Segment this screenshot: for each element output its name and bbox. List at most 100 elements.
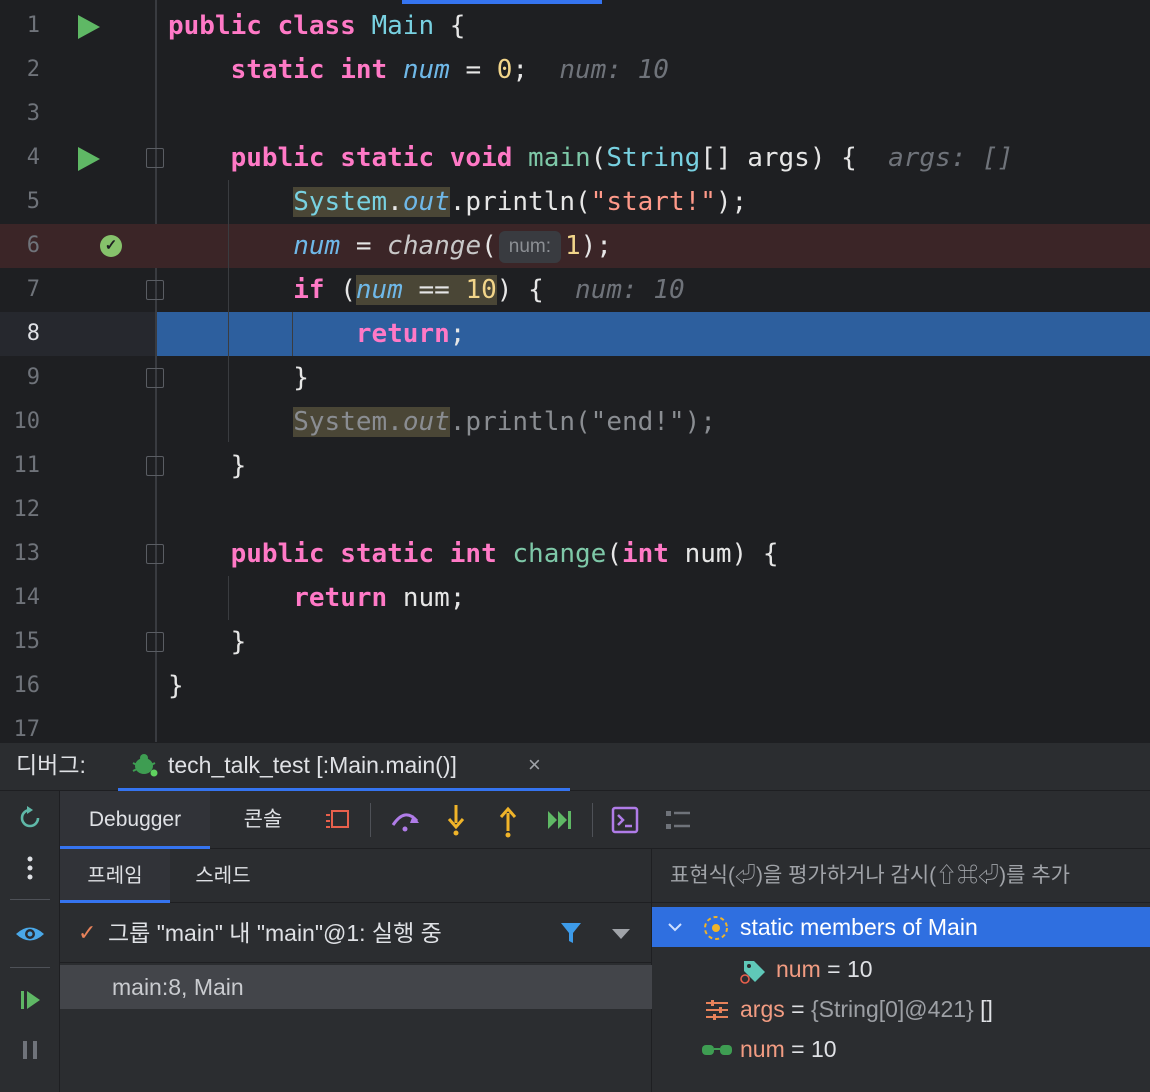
step-over-icon[interactable] (385, 791, 425, 849)
params: num) { (684, 539, 779, 569)
variable-name: static members of Main (740, 914, 978, 940)
keyword: return (355, 319, 450, 349)
fold-icon[interactable] (146, 544, 164, 564)
code-line-2[interactable]: 2 static int num = 0; num: 10 (0, 48, 1150, 92)
paren: ( (606, 539, 622, 569)
brace: } (293, 363, 309, 393)
class-name: Main (371, 11, 435, 41)
eye-icon[interactable] (0, 919, 60, 949)
operator: == (418, 275, 450, 305)
variable-row-num-watch[interactable]: num = 10 (652, 1029, 1150, 1069)
layout-settings-icon[interactable] (658, 791, 698, 849)
method-name: change (387, 231, 482, 261)
code-line-13[interactable]: 13 public static int change(int num) { (0, 532, 1150, 576)
field-name: num (355, 275, 403, 305)
tab-debugger[interactable]: Debugger (60, 791, 210, 849)
number-literal: 1 (565, 231, 581, 261)
evaluate-expression-icon[interactable] (605, 791, 645, 849)
run-to-cursor-icon[interactable] (540, 791, 580, 849)
code-line-1[interactable]: 1 public class Main { (0, 4, 1150, 48)
code-line-9[interactable]: 9 } (0, 356, 1150, 400)
tab-frames[interactable]: 프레임 (60, 849, 170, 903)
semicolon: ; (512, 55, 529, 85)
run-gutter-icon[interactable] (78, 147, 100, 171)
close-icon[interactable]: × (528, 743, 541, 787)
brace: } (230, 627, 247, 657)
bug-icon (132, 754, 158, 777)
evaluate-expression-field[interactable]: 표현식(⏎)을 평가하거나 감시(⇧⌘⏎)를 추가 (652, 849, 1150, 903)
chevron-down-icon[interactable] (612, 929, 630, 939)
glasses-icon (702, 1045, 732, 1055)
variable-row-num-static[interactable]: num = 10 (652, 949, 1150, 989)
line-number: 3 (26, 101, 40, 126)
tab-console[interactable]: 콘솔 (228, 791, 298, 849)
pause-icon[interactable] (0, 1035, 60, 1065)
code-line-6[interactable]: 6 ✓ num = change(num: 1); (0, 224, 1150, 268)
debug-tool-window: 디버그: tech_talk_test [:Main.main()] × Deb… (0, 742, 1150, 1092)
line-number: 7 (26, 277, 40, 302)
tab-threads[interactable]: 스레드 (178, 849, 268, 903)
code-line-11[interactable]: 11 } (0, 444, 1150, 488)
field-name: num (293, 231, 341, 261)
check-icon: ✓ (78, 920, 97, 945)
paren: ( (590, 143, 607, 173)
breakpoint-check-icon[interactable]: ✓ (100, 235, 122, 257)
fold-icon[interactable] (146, 632, 164, 652)
semicolon: ; (449, 319, 466, 349)
line-number: 15 (13, 629, 41, 654)
variable-value: 10 (810, 1036, 837, 1062)
line-number: 14 (13, 585, 41, 610)
line-number: 12 (13, 497, 41, 522)
frames-tabs: 프레임 스레드 (60, 849, 652, 903)
more-options-icon[interactable] (0, 853, 60, 883)
fold-icon[interactable] (146, 148, 164, 168)
line-number: 8 (26, 321, 40, 346)
variable-row-static-members[interactable]: static members of Main (652, 907, 1150, 947)
number-literal: 10 (465, 275, 497, 305)
fold-icon[interactable] (146, 456, 164, 476)
field-name: num (402, 55, 450, 85)
indent-guide (228, 180, 229, 442)
field-tag-icon (740, 961, 765, 984)
step-into-icon[interactable] (436, 791, 476, 849)
code-line-8[interactable]: 8 return; (0, 312, 1150, 356)
code-line-3[interactable]: 3 (0, 92, 1150, 136)
resume-icon[interactable] (0, 985, 60, 1015)
inline-value-hint: args: [] (888, 143, 1014, 173)
fold-icon[interactable] (146, 280, 164, 300)
filter-icon[interactable] (560, 921, 582, 945)
method-call: .println("end!"); (449, 407, 716, 437)
line-number: 4 (26, 145, 40, 170)
step-out-icon[interactable] (488, 791, 528, 849)
code-line-17[interactable]: 17 (0, 708, 1150, 742)
code-line-16[interactable]: 16 } (0, 664, 1150, 708)
show-execution-point-icon[interactable] (318, 791, 358, 849)
rerun-icon[interactable] (0, 803, 60, 833)
thread-selector[interactable]: ✓ 그룹 "main" 내 "main"@1: 실행 중 (60, 903, 652, 963)
code-line-12[interactable]: 12 (0, 488, 1150, 532)
paren: ); (715, 187, 748, 217)
code-line-7[interactable]: 7 if (num == 10) { num: 10 (0, 268, 1150, 312)
code-editor[interactable]: 1 public class Main { 2 static int num =… (0, 0, 1150, 742)
session-tab[interactable]: tech_talk_test [:Main.main()] × (118, 743, 570, 791)
code-line-15[interactable]: 15 } (0, 620, 1150, 664)
evaluate-placeholder: 표현식(⏎)을 평가하거나 감시(⇧⌘⏎)를 추가 (670, 864, 1070, 887)
return-value: num; (402, 583, 466, 613)
debug-label: 디버그: (16, 752, 86, 778)
code-line-14[interactable]: 14 return num; (0, 576, 1150, 620)
run-gutter-icon[interactable] (78, 15, 100, 39)
inline-value-hint: num: 10 (575, 275, 685, 305)
fold-icon[interactable] (146, 368, 164, 388)
variable-row-args[interactable]: args = {String[0]@421} [] (652, 989, 1150, 1029)
parameter-icon (706, 1000, 728, 1020)
variables-panel: 표현식(⏎)을 평가하거나 감시(⇧⌘⏎)를 추가 static members… (652, 849, 1150, 1092)
line-number: 10 (13, 409, 41, 434)
stack-frame-row[interactable]: main:8, Main (60, 965, 652, 1009)
method-name: change (512, 539, 607, 569)
code-line-4[interactable]: 4 public static void main(String[] args)… (0, 136, 1150, 180)
line-number: 5 (26, 189, 40, 214)
variable-value: 10 (846, 956, 873, 982)
chevron-down-icon[interactable] (666, 919, 684, 935)
code-line-10[interactable]: 10 System.out.println("end!"); (0, 400, 1150, 444)
code-line-5[interactable]: 5 System.out.println("start!"); (0, 180, 1150, 224)
